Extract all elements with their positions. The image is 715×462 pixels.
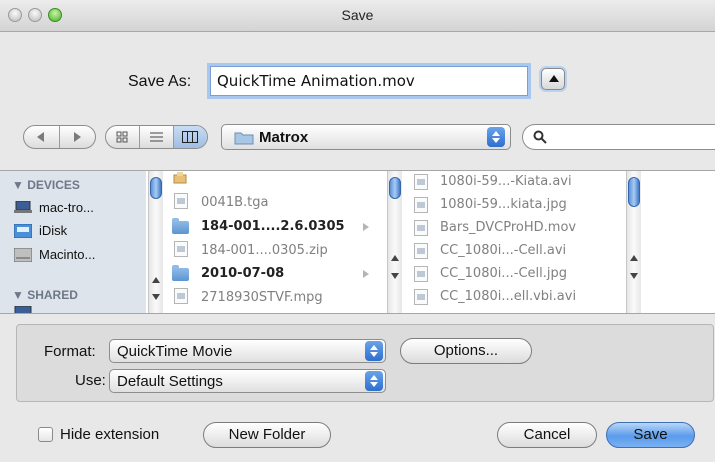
popup-arrows-icon [365, 371, 383, 391]
view-mode-control [105, 125, 208, 149]
search-icon [533, 130, 547, 144]
back-arrow-icon [37, 132, 44, 142]
triangle-up-icon [549, 75, 559, 82]
sidebar-scrollbar[interactable] [148, 171, 163, 313]
save-as-label: Save As: [128, 73, 192, 90]
list-item[interactable]: 184-001....0305.zip [201, 243, 328, 258]
use-label: Use: [75, 372, 106, 389]
use-popup[interactable]: Default Settings [109, 369, 386, 393]
popup-arrows-icon [487, 127, 505, 147]
list-item[interactable]: 1080i-59...-Kiata.avi [440, 174, 572, 189]
hide-extension-label[interactable]: Hide extension [60, 426, 159, 443]
search-input[interactable] [522, 124, 715, 150]
format-value: QuickTime Movie [117, 343, 233, 360]
hard-disk-icon [14, 248, 32, 262]
scroll-down-arrow-icon[interactable] [152, 294, 160, 300]
sidebar-item-mac-tro[interactable]: mac-tro... [39, 200, 94, 215]
folder-icon [172, 218, 189, 234]
scroll-down-arrow-icon[interactable] [391, 273, 399, 279]
list-item[interactable]: CC_1080i...ell.vbi.avi [440, 289, 576, 304]
list-item[interactable]: 2718930STVF.mpg [201, 290, 323, 305]
icon-view-button[interactable] [106, 126, 139, 148]
movie-file-icon [414, 289, 428, 305]
icon-view-icon [116, 131, 128, 143]
file-icon [174, 193, 188, 209]
laptop-icon [14, 201, 32, 213]
movie-file-icon [414, 243, 428, 259]
column-2-scroll-thumb[interactable] [628, 177, 640, 207]
disclosure-arrow-icon [363, 270, 369, 278]
expand-dialog-button[interactable] [541, 68, 565, 90]
sidebar: ▼ DEVICES mac-tro... iDisk Macinto... ▼ … [0, 171, 146, 313]
file-icon [174, 288, 188, 304]
column-2-scrollbar[interactable] [626, 171, 641, 313]
column-view-button[interactable] [173, 126, 207, 148]
list-item[interactable]: CC_1080i...-Cell.avi [440, 243, 566, 258]
title-bar: Save [0, 0, 715, 32]
movie-file-icon [414, 197, 428, 213]
format-label: Format: [44, 343, 96, 360]
window-title: Save [341, 7, 374, 23]
folder-location-popup[interactable]: Matrox [221, 124, 511, 150]
back-forward-control [23, 125, 96, 149]
sidebar-item-macintosh[interactable]: Macinto... [39, 247, 95, 262]
list-item[interactable]: 2010-07-08 [201, 266, 284, 281]
list-item[interactable]: CC_1080i...-Cell.jpg [440, 266, 567, 281]
column-1-scroll-thumb[interactable] [389, 177, 401, 199]
scroll-down-arrow-icon[interactable] [630, 273, 638, 279]
package-icon [173, 172, 187, 184]
new-folder-button[interactable]: New Folder [203, 422, 331, 448]
list-view-button[interactable] [139, 126, 173, 148]
folder-icon [234, 132, 254, 145]
list-view-icon [150, 132, 163, 142]
sidebar-shared-header[interactable]: ▼ SHARED [12, 288, 78, 302]
idisk-icon [14, 224, 32, 238]
back-button[interactable] [24, 126, 59, 148]
file-browser: ▼ DEVICES mac-tro... iDisk Macinto... ▼ … [0, 170, 715, 314]
scroll-up-arrow-icon[interactable] [152, 277, 160, 283]
options-button[interactable]: Options... [400, 338, 532, 364]
hide-extension-checkbox[interactable] [38, 427, 53, 442]
column-view-icon [182, 131, 198, 143]
network-computer-icon [14, 306, 32, 313]
list-item[interactable]: Bars_DVCProHD.mov [440, 220, 576, 235]
format-popup[interactable]: QuickTime Movie [109, 339, 386, 363]
forward-button[interactable] [59, 126, 95, 148]
popup-arrows-icon [365, 341, 383, 361]
use-value: Default Settings [117, 373, 223, 390]
folder-icon [172, 265, 189, 281]
sidebar-item-idisk[interactable]: iDisk [39, 223, 67, 238]
list-item[interactable]: 1080i-59...kiata.jpg [440, 197, 567, 212]
column-1-scrollbar[interactable] [387, 171, 402, 313]
sidebar-scroll-thumb[interactable] [150, 177, 162, 199]
file-icon [174, 241, 188, 257]
current-folder-label: Matrox [259, 129, 309, 146]
sidebar-devices-header[interactable]: ▼ DEVICES [12, 178, 80, 192]
movie-file-icon [414, 174, 428, 190]
list-item[interactable]: 184-001....2.6.0305 [201, 219, 345, 234]
disclosure-arrow-icon [363, 223, 369, 231]
movie-file-icon [414, 266, 428, 282]
save-button[interactable]: Save [606, 422, 695, 448]
scroll-up-arrow-icon[interactable] [391, 255, 399, 261]
save-as-input[interactable] [210, 66, 528, 96]
cancel-button[interactable]: Cancel [497, 422, 597, 448]
format-options-panel: Format: QuickTime Movie Options... Use: … [16, 324, 714, 402]
scroll-up-arrow-icon[interactable] [630, 255, 638, 261]
list-item[interactable]: 0041B.tga [201, 195, 268, 210]
forward-arrow-icon [74, 132, 81, 142]
movie-file-icon [414, 220, 428, 236]
